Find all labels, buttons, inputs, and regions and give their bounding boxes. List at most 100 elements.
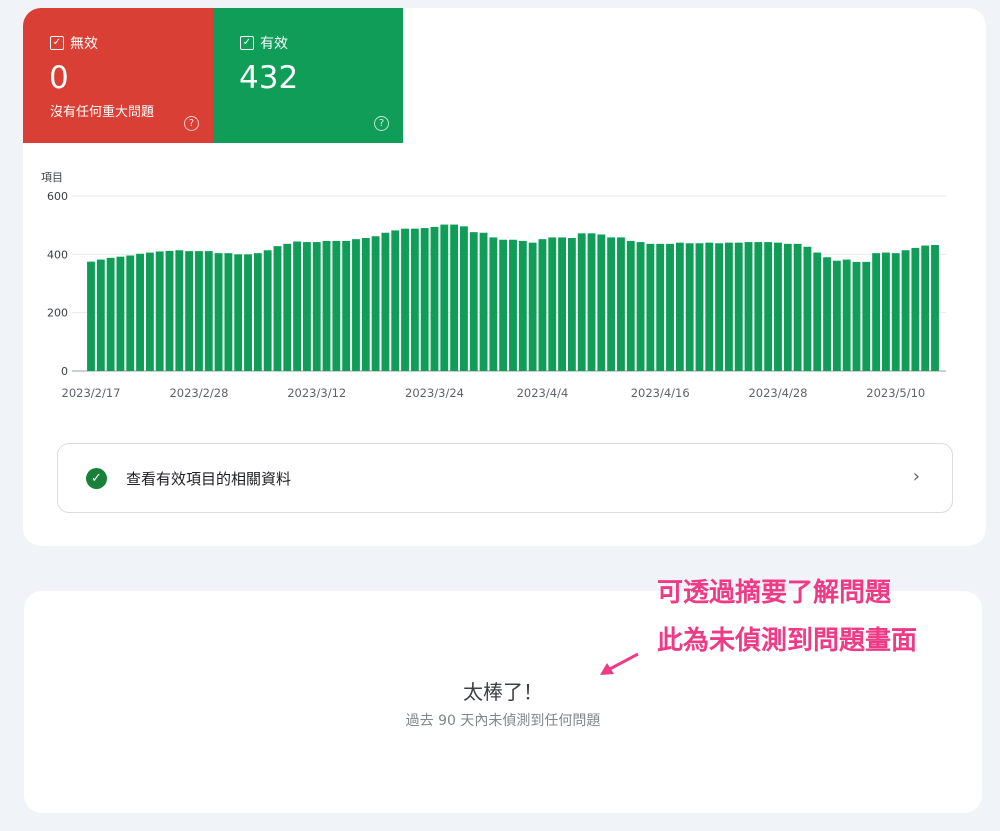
chart-bar xyxy=(744,242,753,371)
chart-bar xyxy=(116,256,125,371)
chart-bar xyxy=(479,232,488,371)
chart-bar xyxy=(803,246,812,371)
chart-bar xyxy=(685,243,694,371)
chart-bar xyxy=(165,250,174,371)
chart-bar xyxy=(450,224,459,371)
chart-bar xyxy=(764,242,773,371)
chart-bar xyxy=(145,252,154,371)
chart-bar xyxy=(911,247,920,371)
chart-bar xyxy=(518,240,527,371)
x-tick-label: 2023/4/16 xyxy=(631,386,690,400)
chart-bar xyxy=(931,245,939,371)
chart-bar xyxy=(312,242,321,371)
chart-bar xyxy=(862,261,871,371)
chart-bar xyxy=(469,232,478,371)
chart-bar xyxy=(401,228,409,371)
chart-bar xyxy=(882,252,890,371)
chart-bar xyxy=(342,240,351,371)
empty-state-subtitle: 過去 90 天內未偵測到任何問題 xyxy=(405,713,601,729)
chart-bar xyxy=(420,228,429,371)
chart-bar xyxy=(175,250,184,371)
x-tick-label: 2023/2/17 xyxy=(62,386,121,400)
x-tick-label: 2023/4/28 xyxy=(748,386,807,400)
chart-bar xyxy=(361,238,370,371)
chart-bar xyxy=(734,242,743,371)
chart-bar xyxy=(155,251,164,371)
chart-bar xyxy=(842,259,851,371)
chart-bar xyxy=(185,251,194,371)
chart-bar xyxy=(489,237,498,371)
chart-bar xyxy=(646,243,655,371)
chart-bar xyxy=(538,239,547,371)
x-tick-label: 2023/2/28 xyxy=(169,386,228,400)
chart-bar xyxy=(617,237,625,371)
chart-bar xyxy=(783,243,792,371)
y-tick-label: 600 xyxy=(47,190,68,203)
chart-bar xyxy=(793,243,802,371)
chart-bar xyxy=(636,242,645,371)
summary-card: ✓ 無效 0 沒有任何重大問題 ? ✓ 有效 432 ? 項目 0 200 400 60… xyxy=(23,8,986,546)
chart-bar xyxy=(371,236,380,371)
empty-state-title: 太棒了！ xyxy=(463,680,543,704)
chart-bar xyxy=(322,240,331,371)
chart-bar xyxy=(597,234,606,371)
chart-bar xyxy=(813,252,822,371)
annotation-arrow-icon xyxy=(600,652,639,675)
chart-bar xyxy=(715,243,724,371)
chart-bar xyxy=(430,226,439,371)
chart-bar xyxy=(705,242,714,371)
x-tick-label: 2023/4/4 xyxy=(517,386,569,400)
annotation-line-1: 可透過摘要了解問題 xyxy=(657,578,892,608)
chart-bar xyxy=(273,246,282,371)
chart-bar xyxy=(283,243,292,371)
chart-bar xyxy=(204,251,213,371)
x-tick-label: 2023/5/10 xyxy=(866,386,925,400)
valid-items-bar-chart: 項目 0 200 400 600 2023/2/17 2023/2/28 2023/3/12 2… xyxy=(41,171,946,400)
chart-bar xyxy=(823,257,831,371)
chart-bar xyxy=(460,226,468,371)
chart-bar xyxy=(724,242,733,371)
chart-bar xyxy=(567,238,576,371)
chart-bar xyxy=(244,254,252,371)
chart-bar xyxy=(440,224,449,371)
view-valid-items-row[interactable]: ✓ 查看有效項目的相關資料 › xyxy=(57,443,953,513)
chart-bar xyxy=(224,253,233,371)
chart-bar xyxy=(381,232,390,371)
chart-bar xyxy=(96,259,105,371)
x-tick-label: 2023/3/24 xyxy=(405,386,464,400)
chart-bar xyxy=(695,243,704,371)
chart-bar xyxy=(852,261,861,371)
chart-bar xyxy=(509,239,517,371)
x-tick-label: 2023/3/12 xyxy=(287,386,346,400)
chart-bar xyxy=(528,242,537,371)
chart-bar xyxy=(921,245,930,371)
chart-bar xyxy=(607,237,616,371)
chart-bar xyxy=(293,241,302,371)
chart-bar xyxy=(754,242,763,371)
annotation-line-2: 此為未偵測到問題畫面 xyxy=(657,626,918,656)
chart-bar xyxy=(891,253,900,371)
chart-bar xyxy=(214,253,223,371)
chart-bar xyxy=(352,239,360,371)
chart-bar xyxy=(901,250,910,371)
chart-bar xyxy=(302,242,311,371)
chart-bar xyxy=(774,242,782,371)
check-circle-icon: ✓ xyxy=(86,467,107,489)
chart-bar xyxy=(548,237,557,371)
chart-bar xyxy=(410,228,419,371)
chart-bar xyxy=(126,255,135,371)
chart-bar xyxy=(577,233,586,371)
chart-bar xyxy=(675,242,684,371)
y-tick-label: 200 xyxy=(47,307,68,320)
y-tick-label: 0 xyxy=(61,365,68,378)
chart-bar xyxy=(106,257,115,371)
chart-bar xyxy=(832,260,841,371)
chart-bar xyxy=(253,253,262,371)
chart-bar xyxy=(234,254,243,371)
chart-bar xyxy=(666,243,674,371)
chart-bar xyxy=(558,237,566,371)
chart-bar xyxy=(332,240,341,371)
chart-bar xyxy=(136,253,144,371)
chart-bar xyxy=(499,239,508,371)
chart-bar xyxy=(872,253,881,371)
